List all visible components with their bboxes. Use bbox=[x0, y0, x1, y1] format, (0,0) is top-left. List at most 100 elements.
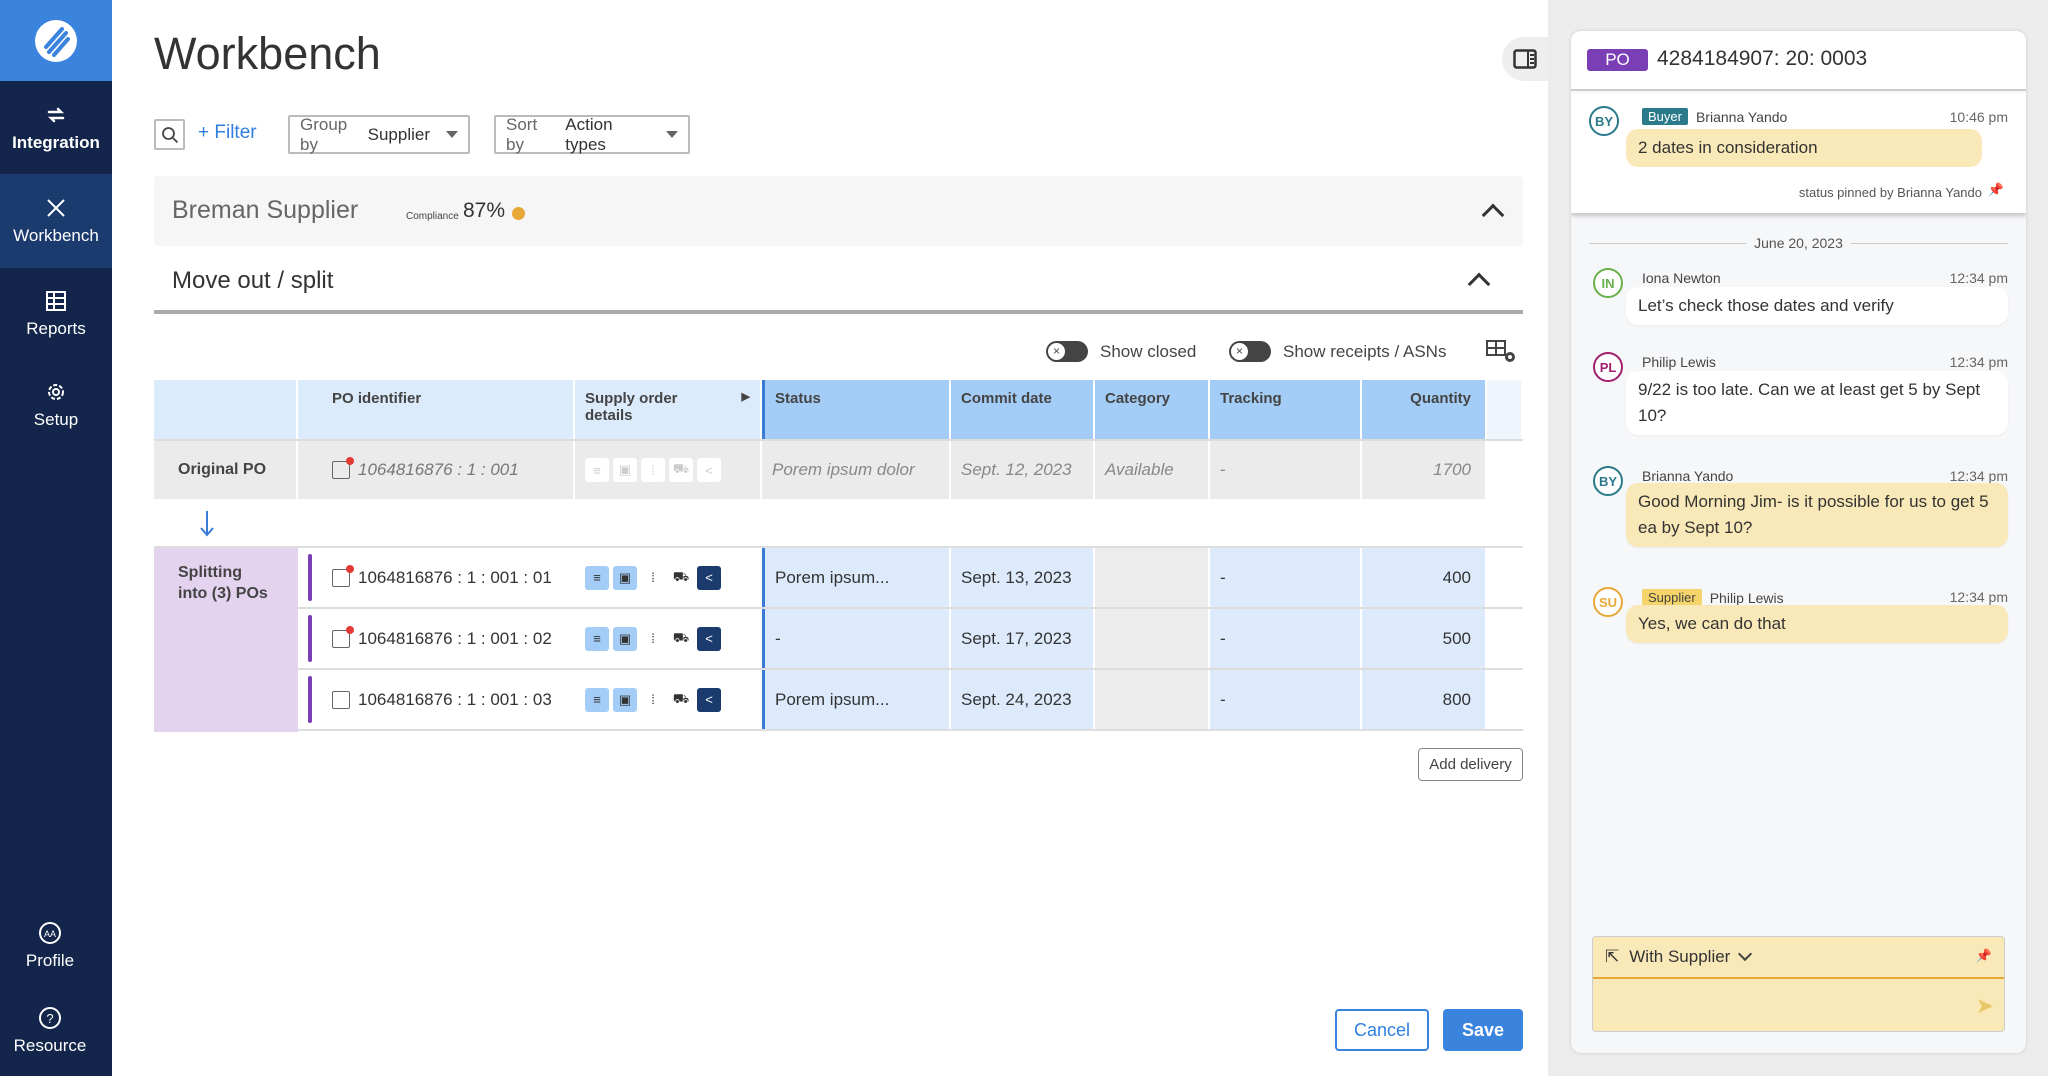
calendar-icon[interactable]: ▣ bbox=[613, 458, 637, 482]
group-by-label: Group by bbox=[300, 114, 348, 154]
add-delivery-button[interactable]: Add delivery bbox=[1418, 748, 1523, 781]
chevron-down-icon bbox=[446, 131, 458, 138]
author-name: Philip Lewis bbox=[1642, 354, 1716, 370]
column-header-category[interactable]: Category bbox=[1095, 380, 1210, 439]
sidebar-item-label: Setup bbox=[33, 409, 79, 429]
send-icon[interactable]: ➤ bbox=[1976, 993, 1994, 1019]
pin-icon[interactable]: 📌 bbox=[1988, 182, 2004, 198]
table-header-row: PO identifier Supply order details ▶ Stat… bbox=[154, 380, 1523, 439]
details-icon[interactable]: ≡ bbox=[585, 565, 609, 590]
supplier-name: Breman Supplier bbox=[172, 196, 359, 224]
truck-icon[interactable]: ⛟ bbox=[669, 627, 693, 651]
truck-icon[interactable]: ⛟ bbox=[669, 688, 693, 712]
compliance-label: Compliance bbox=[406, 211, 459, 222]
column-header-commit-date[interactable]: Commit date bbox=[951, 380, 1095, 439]
comment-icon[interactable] bbox=[332, 625, 354, 648]
calendar-icon[interactable]: ▣ bbox=[613, 687, 637, 712]
share-icon[interactable]: < bbox=[697, 458, 721, 482]
column-header-tracking[interactable]: Tracking bbox=[1210, 380, 1362, 439]
recipient-select[interactable]: ⇱ With Supplier 📌 bbox=[1593, 937, 2004, 979]
section-header[interactable]: Move out / split bbox=[154, 248, 1523, 314]
share-icon[interactable]: < bbox=[697, 565, 721, 590]
column-header-quantity[interactable]: Quantity bbox=[1362, 380, 1487, 439]
split-row[interactable]: 1064816876 : 1 : 001 : 02 ≡ ▣ ⁞ ⛟ < - Sept. 17,… bbox=[154, 609, 1523, 670]
save-button[interactable]: Save bbox=[1443, 1009, 1523, 1051]
column-header-supply-order-details[interactable]: Supply order details ▶ bbox=[575, 380, 762, 439]
row-accent-bar bbox=[308, 676, 312, 723]
search-icon bbox=[161, 126, 178, 143]
sort-by-select[interactable]: Sort by Action types bbox=[494, 115, 690, 154]
message-author: Iona Newton bbox=[1642, 270, 1721, 286]
pinned-footer: status pinned by Brianna Yando bbox=[1798, 185, 1982, 200]
toggle-switch[interactable]: × bbox=[1229, 341, 1271, 362]
sidebar-item-integration[interactable]: Integration bbox=[0, 81, 112, 174]
split-icon[interactable]: ⁞ bbox=[641, 458, 665, 482]
details-icon[interactable]: ≡ bbox=[585, 626, 609, 651]
original-po-row[interactable]: Original PO 1064816876 : 1 : 001 ≡ ▣ ⁞ ⛟ < Pore… bbox=[154, 439, 1523, 499]
group-by-select[interactable]: Group by Supplier bbox=[288, 115, 470, 154]
comment-icon[interactable] bbox=[332, 457, 354, 479]
table-icon bbox=[46, 290, 66, 311]
table-settings-button[interactable] bbox=[1486, 340, 1518, 369]
supplier-group-header[interactable]: Breman Supplier Compliance 87% bbox=[154, 176, 1523, 246]
split-icon[interactable]: ⁞ bbox=[641, 627, 665, 651]
page-title: Workbench bbox=[154, 28, 381, 79]
sidebar-item-workbench[interactable]: Workbench bbox=[0, 174, 112, 268]
truck-icon[interactable]: ⛟ bbox=[669, 458, 693, 482]
calendar-icon[interactable]: ▣ bbox=[613, 565, 637, 590]
chat-header: PO 4284184907: 20: 0003 bbox=[1571, 31, 2026, 91]
sidebar-item-setup[interactable]: Setup bbox=[0, 359, 112, 450]
compliance-value: 87% bbox=[463, 199, 506, 222]
role-tag: Supplier bbox=[1642, 589, 1702, 606]
spacer bbox=[1487, 609, 1523, 668]
column-header-label: Supply order details bbox=[585, 390, 678, 424]
composer: ⇱ With Supplier 📌 ➤ bbox=[1592, 936, 2005, 1032]
po-badge: PO bbox=[1587, 49, 1648, 71]
supply-order-actions: ≡ ▣ ⁞ ⛟ < bbox=[585, 687, 721, 712]
category-cell bbox=[1095, 609, 1210, 668]
chevron-up-icon[interactable] bbox=[1481, 203, 1505, 227]
show-receipts-toggle[interactable]: × Show receipts / ASNs bbox=[1229, 341, 1446, 362]
column-header bbox=[154, 380, 298, 439]
split-icon[interactable]: ⁞ bbox=[641, 566, 665, 590]
comment-icon[interactable] bbox=[332, 564, 354, 587]
share-icon[interactable]: < bbox=[697, 687, 721, 712]
cancel-button[interactable]: Cancel bbox=[1335, 1009, 1429, 1051]
split-row[interactable]: 1064816876 : 1 : 001 : 01 ≡ ▣ ⁞ ⛟ < Porem ipsu… bbox=[154, 548, 1523, 609]
sidebar-item-profile[interactable]: AA Profile bbox=[0, 915, 100, 977]
split-row[interactable]: 1064816876 : 1 : 001 : 03 ≡ ▣ ⁞ ⛟ < Porem ipsu… bbox=[154, 670, 1523, 731]
show-closed-toggle[interactable]: × Show closed bbox=[1046, 341, 1196, 362]
supply-order-details: ≡ ▣ ⁞ ⛟ < bbox=[575, 548, 762, 607]
author-name: Philip Lewis bbox=[1709, 589, 1784, 606]
sidebar-item-resource[interactable]: ? Resource bbox=[0, 1000, 100, 1062]
message-bubble: Let’s check those dates and verify bbox=[1626, 287, 2008, 325]
status-cell: Porem ipsum... bbox=[762, 670, 951, 729]
comment-icon[interactable] bbox=[332, 690, 350, 709]
details-icon[interactable]: ≡ bbox=[585, 458, 609, 482]
search-button[interactable] bbox=[154, 119, 185, 150]
column-header-status[interactable]: Status bbox=[762, 380, 951, 439]
app-logo[interactable] bbox=[0, 0, 112, 81]
pin-icon[interactable]: 📌 bbox=[1976, 948, 1992, 964]
filter-button[interactable]: + Filter bbox=[198, 122, 257, 144]
sidebar-item-reports[interactable]: Reports bbox=[0, 268, 112, 359]
toggle-panel-button[interactable] bbox=[1502, 37, 1548, 81]
commit-date-cell: Sept. 12, 2023 bbox=[951, 441, 1095, 499]
details-icon[interactable]: ≡ bbox=[585, 687, 609, 712]
message-input[interactable] bbox=[1601, 985, 1961, 1025]
message-bubble: 9/22 is too late. Can we at least get 5 … bbox=[1626, 371, 2008, 435]
side-panel-icon bbox=[1513, 49, 1537, 69]
truck-icon[interactable]: ⛟ bbox=[669, 566, 693, 590]
caret-right-icon[interactable]: ▶ bbox=[742, 390, 750, 403]
calendar-icon[interactable]: ▣ bbox=[613, 626, 637, 651]
chevron-up-icon[interactable] bbox=[1467, 272, 1491, 296]
share-icon[interactable]: < bbox=[697, 626, 721, 651]
toggle-switch[interactable]: × bbox=[1046, 341, 1088, 362]
close-icon: × bbox=[1230, 342, 1249, 361]
column-header-po-identifier[interactable]: PO identifier bbox=[298, 380, 575, 439]
split-icon[interactable]: ⁞ bbox=[641, 688, 665, 712]
spacer bbox=[1487, 670, 1523, 729]
unread-dot bbox=[346, 457, 354, 465]
spacer bbox=[1487, 441, 1523, 499]
po-identifier-text: 1064816876 : 1 : 001 bbox=[358, 460, 519, 479]
